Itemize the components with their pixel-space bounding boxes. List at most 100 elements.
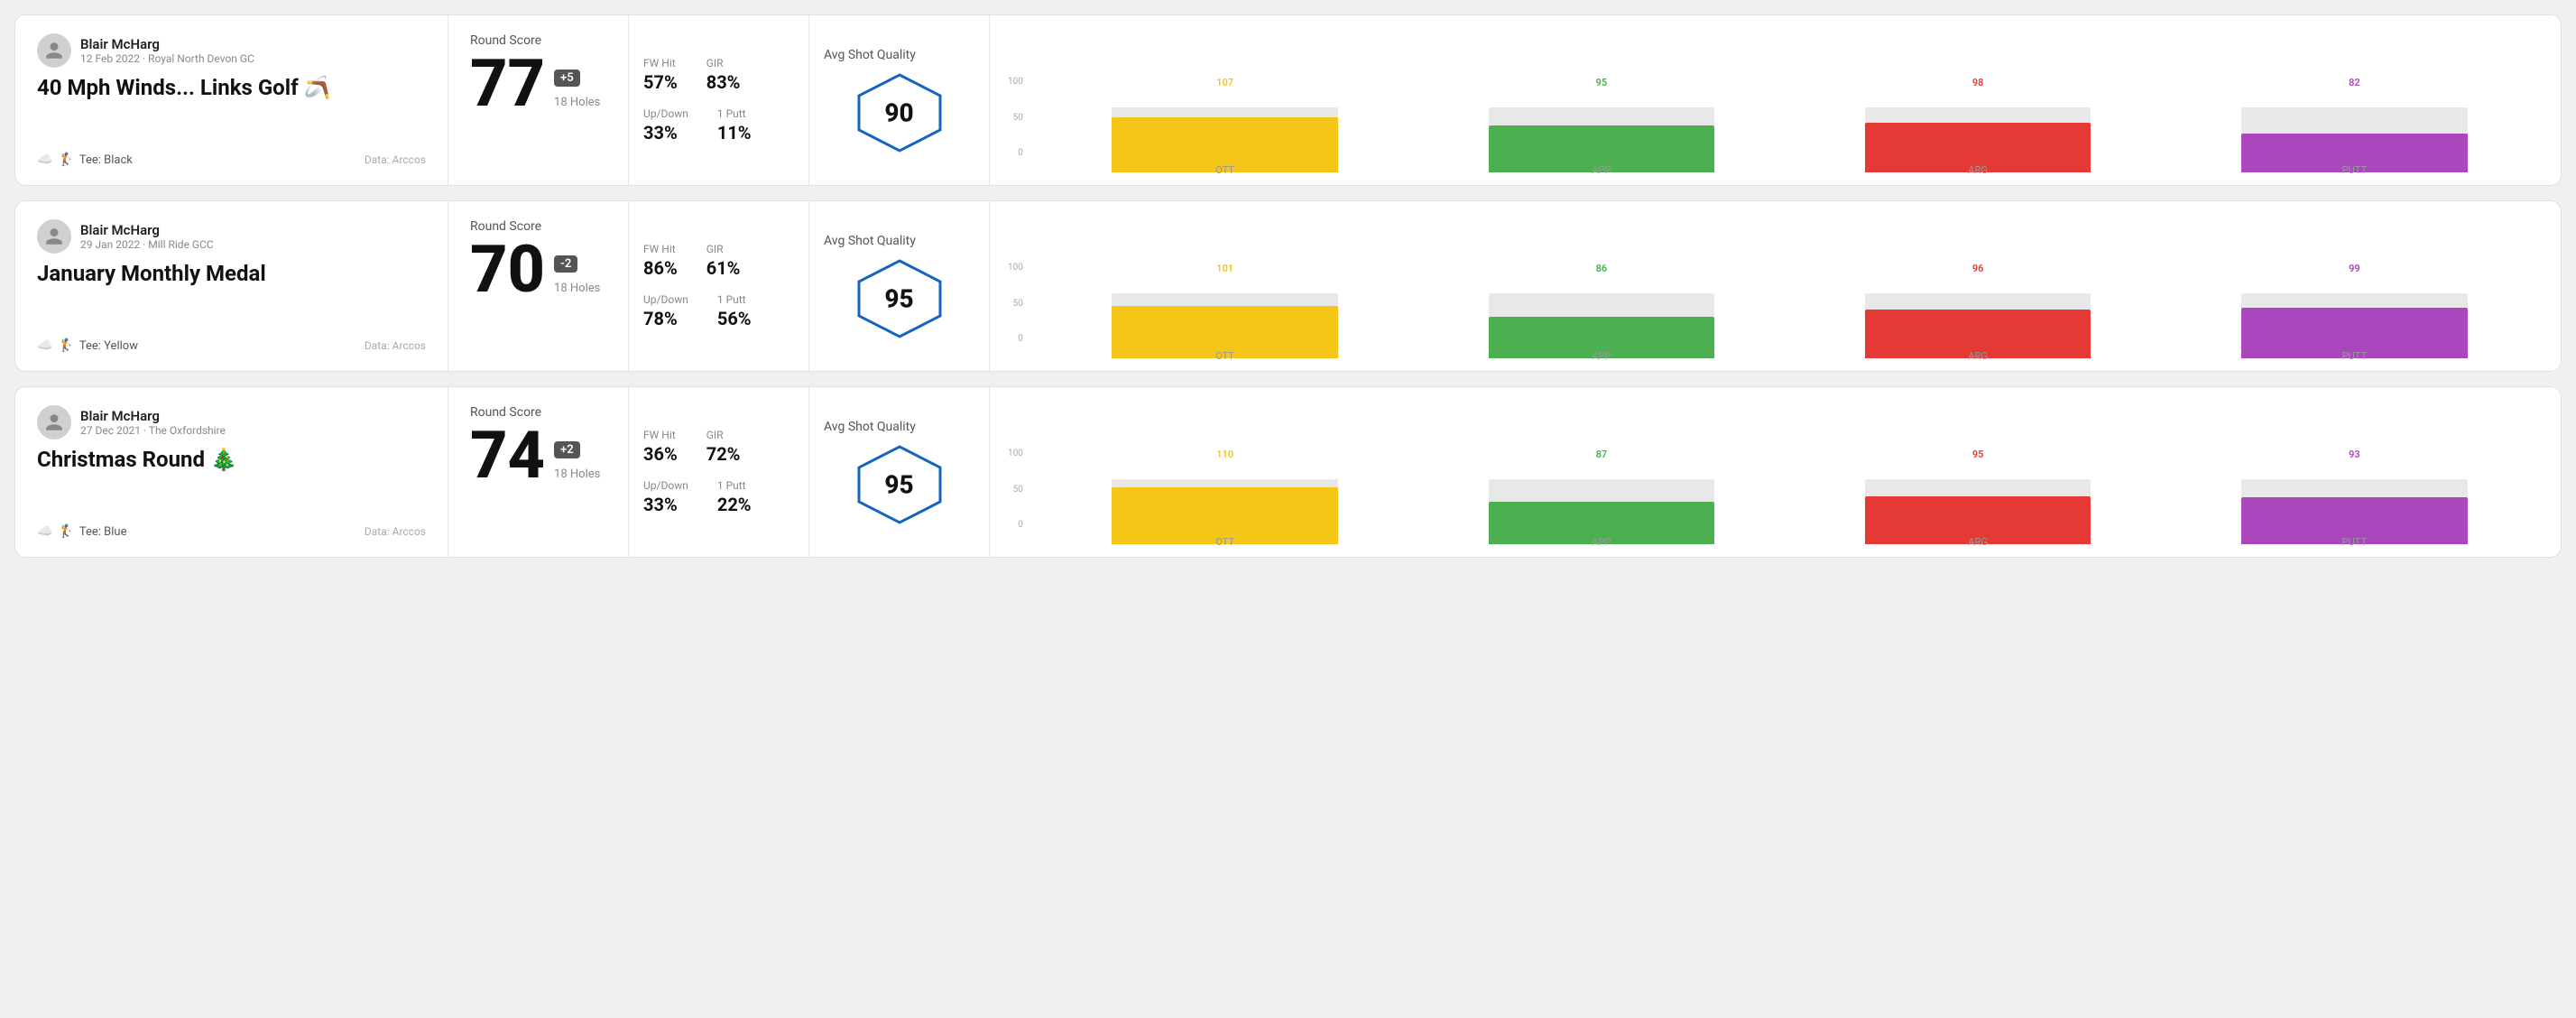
card-left-1: Blair McHarg 12 Feb 2022 · Royal North D… — [15, 15, 448, 185]
card-stats-3: FW Hit 36% GIR 72% Up/Down 33% 1 Putt 22… — [629, 387, 809, 557]
stat-updown: Up/Down 33% — [643, 107, 688, 143]
bar-x-label: APP — [1413, 536, 1789, 548]
y-axis-label: 100 — [1008, 263, 1023, 273]
data-source: Data: Arccos — [365, 153, 426, 166]
bar-x-label: APP — [1413, 350, 1789, 362]
stat-fw-hit: FW Hit 86% — [643, 243, 678, 279]
stat-gir: GIR 83% — [706, 57, 741, 93]
round-card-2: Blair McHarg 29 Jan 2022 · Mill Ride GCC… — [14, 200, 2562, 372]
bar-value: 95 — [1596, 77, 1608, 88]
user-row: Blair McHarg 12 Feb 2022 · Royal North D… — [37, 33, 426, 68]
bar-group-arg: 96 ARG — [1790, 263, 2166, 362]
bar-group-ott: 107 OTT — [1037, 77, 1413, 176]
y-axis-label: 50 — [1013, 299, 1023, 309]
user-info: Blair McHarg 27 Dec 2021 · The Oxfordshi… — [80, 408, 226, 437]
stats-row-bottom: Up/Down 33% 1 Putt 11% — [643, 107, 794, 143]
round-title: 40 Mph Winds... Links Golf 🪃 — [37, 75, 426, 100]
weather-icon: ☁️ — [37, 524, 52, 539]
card-left-3: Blair McHarg 27 Dec 2021 · The Oxfordshi… — [15, 387, 448, 557]
y-axis-label: 0 — [1018, 148, 1023, 158]
bar-value: 99 — [2349, 263, 2360, 274]
golf-bag-icon: 🏌 — [58, 338, 73, 353]
updown-label: Up/Down — [643, 107, 688, 120]
score-badge: -2 — [554, 255, 577, 273]
round-title: Christmas Round 🎄 — [37, 447, 426, 472]
score-holes: 18 Holes — [554, 282, 600, 295]
one-putt-label: 1 Putt — [717, 479, 752, 492]
stat-fw-hit: FW Hit 36% — [643, 429, 678, 465]
user-row: Blair McHarg 29 Jan 2022 · Mill Ride GCC — [37, 219, 426, 254]
bar-x-label: PUTT — [2166, 350, 2543, 362]
bar-value: 87 — [1596, 449, 1608, 460]
stat-gir: GIR 72% — [706, 429, 741, 465]
card-score-1: Round Score 77 +5 18 Holes — [448, 15, 629, 185]
bar-x-label: ARG — [1790, 164, 2166, 176]
bar-group-putt: 82 PUTT — [2166, 77, 2543, 176]
card-quality-3: Avg Shot Quality 95 — [809, 387, 990, 557]
user-info: Blair McHarg 29 Jan 2022 · Mill Ride GCC — [80, 222, 214, 251]
bar-value: 96 — [1972, 263, 1984, 274]
bar-value: 107 — [1216, 77, 1233, 88]
bar-group-app: 86 APP — [1413, 263, 1789, 362]
gir-value: 72% — [706, 443, 741, 465]
stats-row-bottom: Up/Down 78% 1 Putt 56% — [643, 293, 794, 329]
gir-value: 61% — [706, 257, 741, 279]
hexagon: 95 — [854, 259, 945, 338]
user-info: Blair McHarg 12 Feb 2022 · Royal North D… — [80, 36, 254, 65]
card-score-3: Round Score 74 +2 18 Holes — [448, 387, 629, 557]
card-bottom-row: ☁️ 🏌 Tee: Black Data: Arccos — [37, 153, 426, 167]
round-card-3: Blair McHarg 27 Dec 2021 · The Oxfordshi… — [14, 386, 2562, 558]
card-bottom-row: ☁️ 🏌 Tee: Yellow Data: Arccos — [37, 338, 426, 353]
fw-hit-label: FW Hit — [643, 429, 678, 441]
fw-hit-value: 57% — [643, 71, 678, 93]
bar-group-arg: 98 ARG — [1790, 77, 2166, 176]
quality-label: Avg Shot Quality — [824, 48, 916, 62]
fw-hit-value: 36% — [643, 443, 678, 465]
tee-label: Tee: Yellow — [79, 339, 138, 353]
quality-value: 95 — [884, 470, 913, 500]
y-axis-label: 100 — [1008, 77, 1023, 87]
stat-updown: Up/Down 33% — [643, 479, 688, 515]
y-axis-label: 100 — [1008, 449, 1023, 458]
updown-value: 33% — [643, 122, 688, 143]
bar-x-label: APP — [1413, 164, 1789, 176]
avatar — [37, 219, 71, 254]
bar-x-label: OTT — [1037, 536, 1413, 548]
card-score-2: Round Score 70 -2 18 Holes — [448, 201, 629, 371]
bar-x-label: ARG — [1790, 536, 2166, 548]
bar-group-ott: 110 OTT — [1037, 449, 1413, 548]
stat-one-putt: 1 Putt 56% — [717, 293, 752, 329]
bar-value: 98 — [1972, 77, 1984, 88]
tee-label: Tee: Blue — [79, 525, 127, 539]
gir-label: GIR — [706, 429, 741, 441]
one-putt-label: 1 Putt — [717, 293, 752, 306]
quality-value: 95 — [884, 284, 913, 314]
bar-value: 86 — [1596, 263, 1608, 274]
bar-group-app: 87 APP — [1413, 449, 1789, 548]
card-chart-3: 100500 110 OTT 87 APP 95 — [990, 387, 2561, 557]
user-name: Blair McHarg — [80, 36, 254, 52]
stat-one-putt: 1 Putt 11% — [717, 107, 752, 143]
fw-hit-label: FW Hit — [643, 243, 678, 255]
golf-bag-icon: 🏌 — [58, 153, 73, 167]
bar-x-label: ARG — [1790, 350, 2166, 362]
quality-label: Avg Shot Quality — [824, 420, 916, 434]
tee-label: Tee: Black — [79, 153, 133, 167]
gir-label: GIR — [706, 243, 741, 255]
data-source: Data: Arccos — [365, 525, 426, 538]
stats-row-top: FW Hit 36% GIR 72% — [643, 429, 794, 465]
card-chart-1: 100 50 0 107 OTT 95 APP 98 — [990, 15, 2561, 185]
user-date: 29 Jan 2022 · Mill Ride GCC — [80, 238, 214, 251]
updown-label: Up/Down — [643, 479, 688, 492]
stat-fw-hit: FW Hit 57% — [643, 57, 678, 93]
quality-label: Avg Shot Quality — [824, 234, 916, 248]
updown-label: Up/Down — [643, 293, 688, 306]
bar-group-app: 95 APP — [1413, 77, 1789, 176]
score-main: 74 +2 18 Holes — [470, 423, 606, 488]
score-number: 74 — [470, 423, 545, 488]
card-quality-2: Avg Shot Quality 95 — [809, 201, 990, 371]
score-holes: 18 Holes — [554, 96, 600, 109]
y-axis-label: 50 — [1013, 113, 1023, 123]
user-date: 12 Feb 2022 · Royal North Devon GC — [80, 52, 254, 65]
user-name: Blair McHarg — [80, 222, 214, 238]
